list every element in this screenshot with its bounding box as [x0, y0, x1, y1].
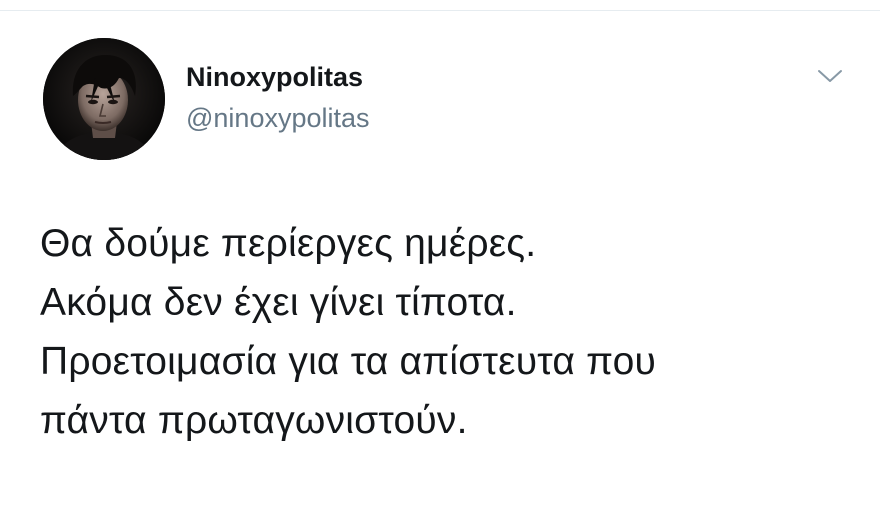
- top-divider: [0, 0, 880, 11]
- tweet-menu-button[interactable]: [812, 62, 848, 90]
- author-display-name[interactable]: Ninoxypolitas: [186, 62, 363, 93]
- tweet-text-line: Θα δούμε περίεργες ημέρες.: [40, 222, 537, 265]
- author-handle[interactable]: @ninoxypolitas: [186, 103, 370, 134]
- tweet-text: Θα δούμε περίεργες ημέρες. Ακόμα δεν έχε…: [40, 214, 860, 450]
- tweet-text-line: πάντα πρωταγωνιστούν.: [40, 399, 468, 442]
- avatar[interactable]: [43, 38, 165, 160]
- tweet-text-line: Προετοιμασία για τα απίστευτα που: [40, 340, 657, 383]
- avatar-photo: [43, 38, 165, 160]
- chevron-down-icon: [818, 70, 842, 82]
- tweet-text-line: Ακόμα δεν έχει γίνει τίποτα.: [40, 281, 517, 324]
